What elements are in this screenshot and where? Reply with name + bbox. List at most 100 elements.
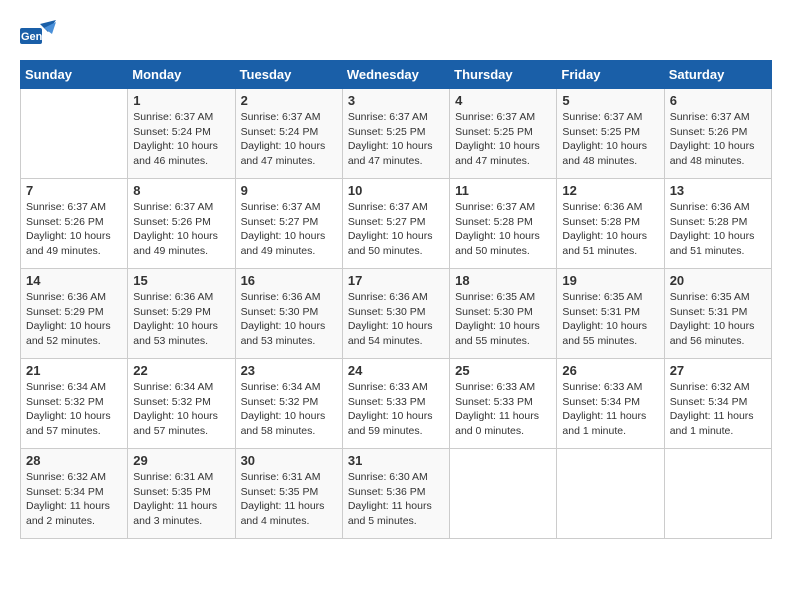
calendar-table: SundayMondayTuesdayWednesdayThursdayFrid… — [20, 60, 772, 539]
day-info: Sunrise: 6:36 AM Sunset: 5:28 PM Dayligh… — [562, 200, 658, 259]
day-number: 19 — [562, 273, 658, 288]
day-number: 17 — [348, 273, 444, 288]
calendar-cell — [450, 449, 557, 539]
calendar-cell: 30Sunrise: 6:31 AM Sunset: 5:35 PM Dayli… — [235, 449, 342, 539]
day-info: Sunrise: 6:35 AM Sunset: 5:31 PM Dayligh… — [670, 290, 766, 349]
calendar-cell: 2 Sunrise: 6:37 AM Sunset: 5:24 PM Daylig… — [235, 89, 342, 179]
day-number: 11 — [455, 183, 551, 198]
header-friday: Friday — [557, 61, 664, 89]
day-number: 20 — [670, 273, 766, 288]
day-number: 3 — [348, 93, 444, 108]
calendar-cell: 3 Sunrise: 6:37 AM Sunset: 5:25 PM Daylig… — [342, 89, 449, 179]
day-number: 28 — [26, 453, 122, 468]
day-number: 8 — [133, 183, 229, 198]
header-thursday: Thursday — [450, 61, 557, 89]
calendar-week-row: 21 Sunrise: 6:34 AM Sunset: 5:32 PM Dayli… — [21, 359, 772, 449]
day-info: Sunrise: 6:36 AM Sunset: 5:29 PM Dayligh… — [26, 290, 122, 349]
day-info: Sunrise: 6:35 AM Sunset: 5:30 PM Dayligh… — [455, 290, 551, 349]
day-info: Sunrise: 6:37 AM Sunset: 5:26 PM Dayligh… — [26, 200, 122, 259]
calendar-cell: 6Sunrise: 6:37 AM Sunset: 5:26 PM Daylig… — [664, 89, 771, 179]
day-info: Sunrise: 6:37 AM Sunset: 5:24 PM Dayligh… — [241, 110, 337, 169]
logo: Gene — [20, 20, 60, 50]
calendar-cell: 26 Sunrise: 6:33 AM Sunset: 5:34 PM Dayli… — [557, 359, 664, 449]
day-info: Sunrise: 6:33 AM Sunset: 5:33 PM Dayligh… — [348, 380, 444, 439]
calendar-cell: 15Sunrise: 6:36 AM Sunset: 5:29 PM Dayli… — [128, 269, 235, 359]
calendar-week-row: 14 Sunrise: 6:36 AM Sunset: 5:29 PM Dayli… — [21, 269, 772, 359]
day-info: Sunrise: 6:31 AM Sunset: 5:35 PM Dayligh… — [241, 470, 337, 529]
calendar-cell: 1 Sunrise: 6:37 AM Sunset: 5:24 PM Daylig… — [128, 89, 235, 179]
calendar-cell: 8 Sunrise: 6:37 AM Sunset: 5:26 PM Daylig… — [128, 179, 235, 269]
calendar-cell: 29Sunrise: 6:31 AM Sunset: 5:35 PM Dayli… — [128, 449, 235, 539]
day-info: Sunrise: 6:34 AM Sunset: 5:32 PM Dayligh… — [241, 380, 337, 439]
day-info: Sunrise: 6:36 AM Sunset: 5:29 PM Dayligh… — [133, 290, 229, 349]
calendar-cell: 9Sunrise: 6:37 AM Sunset: 5:27 PM Daylig… — [235, 179, 342, 269]
calendar-cell — [557, 449, 664, 539]
calendar-cell: 28 Sunrise: 6:32 AM Sunset: 5:34 PM Dayli… — [21, 449, 128, 539]
calendar-cell: 13 Sunrise: 6:36 AM Sunset: 5:28 PM Dayli… — [664, 179, 771, 269]
calendar-header-row: SundayMondayTuesdayWednesdayThursdayFrid… — [21, 61, 772, 89]
day-number: 21 — [26, 363, 122, 378]
header-monday: Monday — [128, 61, 235, 89]
day-info: Sunrise: 6:30 AM Sunset: 5:36 PM Dayligh… — [348, 470, 444, 529]
day-info: Sunrise: 6:37 AM Sunset: 5:27 PM Dayligh… — [348, 200, 444, 259]
page-header: Gene — [20, 20, 772, 50]
day-number: 16 — [241, 273, 337, 288]
day-number: 5 — [562, 93, 658, 108]
day-info: Sunrise: 6:37 AM Sunset: 5:28 PM Dayligh… — [455, 200, 551, 259]
day-info: Sunrise: 6:32 AM Sunset: 5:34 PM Dayligh… — [26, 470, 122, 529]
calendar-cell: 17 Sunrise: 6:36 AM Sunset: 5:30 PM Dayli… — [342, 269, 449, 359]
calendar-cell: 19 Sunrise: 6:35 AM Sunset: 5:31 PM Dayli… — [557, 269, 664, 359]
day-info: Sunrise: 6:37 AM Sunset: 5:26 PM Dayligh… — [133, 200, 229, 259]
calendar-cell: 27Sunrise: 6:32 AM Sunset: 5:34 PM Dayli… — [664, 359, 771, 449]
day-info: Sunrise: 6:35 AM Sunset: 5:31 PM Dayligh… — [562, 290, 658, 349]
calendar-cell: 31Sunrise: 6:30 AM Sunset: 5:36 PM Dayli… — [342, 449, 449, 539]
day-number: 26 — [562, 363, 658, 378]
calendar-week-row: 1 Sunrise: 6:37 AM Sunset: 5:24 PM Daylig… — [21, 89, 772, 179]
day-number: 23 — [241, 363, 337, 378]
logo-icon: Gene — [20, 20, 56, 50]
header-wednesday: Wednesday — [342, 61, 449, 89]
day-number: 1 — [133, 93, 229, 108]
header-sunday: Sunday — [21, 61, 128, 89]
calendar-cell: 21 Sunrise: 6:34 AM Sunset: 5:32 PM Dayli… — [21, 359, 128, 449]
day-number: 13 — [670, 183, 766, 198]
day-info: Sunrise: 6:37 AM Sunset: 5:25 PM Dayligh… — [562, 110, 658, 169]
day-number: 25 — [455, 363, 551, 378]
calendar-cell: 23 Sunrise: 6:34 AM Sunset: 5:32 PM Dayli… — [235, 359, 342, 449]
header-tuesday: Tuesday — [235, 61, 342, 89]
day-info: Sunrise: 6:37 AM Sunset: 5:27 PM Dayligh… — [241, 200, 337, 259]
day-number: 18 — [455, 273, 551, 288]
day-number: 14 — [26, 273, 122, 288]
calendar-cell: 25Sunrise: 6:33 AM Sunset: 5:33 PM Dayli… — [450, 359, 557, 449]
day-info: Sunrise: 6:37 AM Sunset: 5:25 PM Dayligh… — [455, 110, 551, 169]
calendar-cell: 4 Sunrise: 6:37 AM Sunset: 5:25 PM Daylig… — [450, 89, 557, 179]
calendar-cell — [21, 89, 128, 179]
calendar-cell: 10 Sunrise: 6:37 AM Sunset: 5:27 PM Dayli… — [342, 179, 449, 269]
day-info: Sunrise: 6:34 AM Sunset: 5:32 PM Dayligh… — [26, 380, 122, 439]
calendar-week-row: 28 Sunrise: 6:32 AM Sunset: 5:34 PM Dayli… — [21, 449, 772, 539]
day-info: Sunrise: 6:36 AM Sunset: 5:28 PM Dayligh… — [670, 200, 766, 259]
day-number: 4 — [455, 93, 551, 108]
day-number: 12 — [562, 183, 658, 198]
day-info: Sunrise: 6:37 AM Sunset: 5:24 PM Dayligh… — [133, 110, 229, 169]
calendar-cell — [664, 449, 771, 539]
calendar-cell: 11 Sunrise: 6:37 AM Sunset: 5:28 PM Dayli… — [450, 179, 557, 269]
day-number: 7 — [26, 183, 122, 198]
calendar-cell: 24 Sunrise: 6:33 AM Sunset: 5:33 PM Dayli… — [342, 359, 449, 449]
calendar-cell: 20 Sunrise: 6:35 AM Sunset: 5:31 PM Dayli… — [664, 269, 771, 359]
day-number: 29 — [133, 453, 229, 468]
calendar-cell: 14 Sunrise: 6:36 AM Sunset: 5:29 PM Dayli… — [21, 269, 128, 359]
day-info: Sunrise: 6:36 AM Sunset: 5:30 PM Dayligh… — [241, 290, 337, 349]
day-number: 24 — [348, 363, 444, 378]
day-info: Sunrise: 6:32 AM Sunset: 5:34 PM Dayligh… — [670, 380, 766, 439]
svg-text:Gene: Gene — [21, 31, 49, 43]
day-info: Sunrise: 6:37 AM Sunset: 5:25 PM Dayligh… — [348, 110, 444, 169]
day-info: Sunrise: 6:37 AM Sunset: 5:26 PM Dayligh… — [670, 110, 766, 169]
day-number: 22 — [133, 363, 229, 378]
calendar-cell: 5 Sunrise: 6:37 AM Sunset: 5:25 PM Daylig… — [557, 89, 664, 179]
day-info: Sunrise: 6:33 AM Sunset: 5:34 PM Dayligh… — [562, 380, 658, 439]
day-number: 10 — [348, 183, 444, 198]
day-info: Sunrise: 6:36 AM Sunset: 5:30 PM Dayligh… — [348, 290, 444, 349]
header-saturday: Saturday — [664, 61, 771, 89]
day-number: 2 — [241, 93, 337, 108]
